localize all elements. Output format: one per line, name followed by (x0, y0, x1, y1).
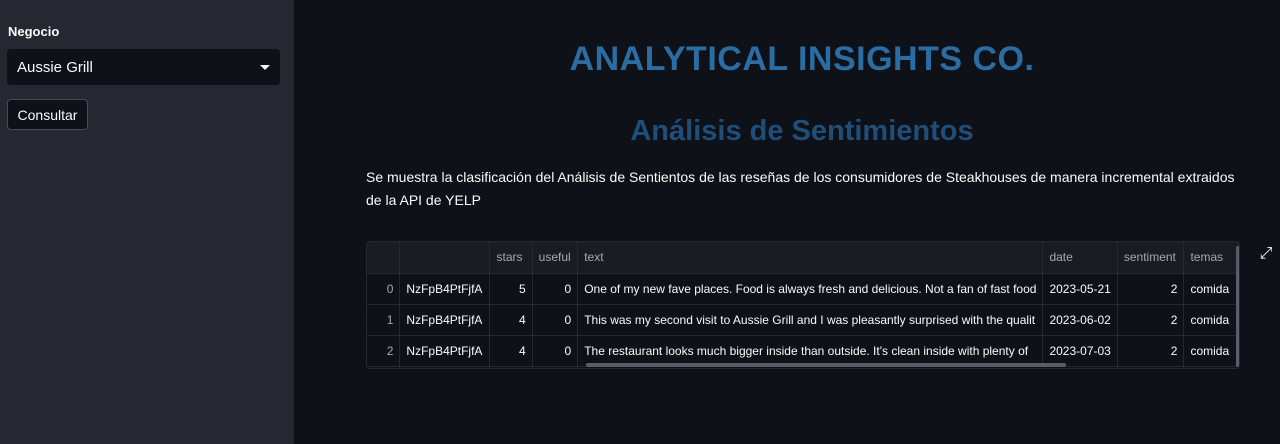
negocio-label: Negocio (8, 24, 60, 39)
table-row[interactable]: 1 NzFpB4PtFjfA 4 0 This was my second vi… (367, 304, 1239, 336)
column-header-temas[interactable]: temas (1183, 242, 1239, 274)
column-header-index[interactable] (367, 242, 401, 274)
cell-sentiment[interactable]: 2 (1117, 335, 1185, 367)
cell-useful[interactable]: 0 (532, 335, 579, 367)
description-text: Se muestra la clasificación del Análisis… (366, 169, 1235, 208)
column-header-useful[interactable]: useful (532, 242, 579, 274)
cell-id[interactable]: NzFpB4PtFjfA (399, 304, 491, 336)
page-subtitle: Análisis de Sentimientos (630, 115, 974, 147)
table-row[interactable]: 0 NzFpB4PtFjfA 5 0 One of my new fave pl… (367, 273, 1239, 305)
column-header-sentiment[interactable]: sentiment (1117, 242, 1185, 274)
cell-temas[interactable]: comida (1183, 335, 1239, 367)
sidebar: Negocio Aussie Grill Consultar (0, 0, 294, 444)
cell-temas[interactable]: comida (1183, 304, 1239, 336)
chevron-down-icon (260, 64, 270, 70)
cell-text[interactable]: The restaurant looks much bigger inside … (577, 335, 1044, 367)
cell-date[interactable]: 2023-07-03 (1042, 335, 1118, 367)
table-row[interactable]: 2 NzFpB4PtFjfA 4 0 The restaurant looks … (367, 335, 1239, 367)
cell-stars[interactable]: 4 (489, 335, 533, 367)
negocio-select-value: Aussie Grill (17, 58, 93, 76)
main-content: ANALYTICAL INSIGHTS CO. Análisis de Sent… (294, 0, 1280, 444)
data-table[interactable]: stars useful text date sentiment temas 0… (366, 241, 1240, 369)
cell-stars[interactable]: 5 (489, 273, 533, 305)
column-header-id[interactable] (399, 242, 491, 274)
page-title: ANALYTICAL INSIGHTS CO. (569, 40, 1035, 78)
cell-text[interactable]: One of my new fave places. Food is alway… (577, 273, 1044, 305)
row-index[interactable]: 2 (367, 335, 401, 367)
cell-stars[interactable]: 4 (489, 304, 533, 336)
cell-sentiment[interactable]: 2 (1117, 273, 1185, 305)
cell-useful[interactable]: 0 (532, 273, 579, 305)
fullscreen-expand-icon[interactable]: ⤢ (1256, 244, 1276, 264)
negocio-select[interactable]: Aussie Grill (7, 49, 280, 85)
cell-date[interactable]: 2023-05-21 (1042, 273, 1118, 305)
cell-text[interactable]: This was my second visit to Aussie Grill… (577, 304, 1044, 336)
column-header-text[interactable]: text (577, 242, 1044, 274)
cell-id[interactable]: NzFpB4PtFjfA (399, 335, 491, 367)
cell-date[interactable]: 2023-06-02 (1042, 304, 1118, 336)
horizontal-scrollbar[interactable] (586, 363, 1066, 367)
row-index[interactable]: 1 (367, 304, 401, 336)
cell-temas[interactable]: comida (1183, 273, 1239, 305)
row-index[interactable]: 0 (367, 273, 401, 305)
cell-useful[interactable]: 0 (532, 304, 579, 336)
cell-id[interactable]: NzFpB4PtFjfA (399, 273, 491, 305)
cell-sentiment[interactable]: 2 (1117, 304, 1185, 336)
vertical-scrollbar[interactable] (1236, 246, 1239, 367)
consultar-button[interactable]: Consultar (7, 99, 88, 130)
column-header-date[interactable]: date (1042, 242, 1118, 274)
column-header-stars[interactable]: stars (489, 242, 533, 274)
